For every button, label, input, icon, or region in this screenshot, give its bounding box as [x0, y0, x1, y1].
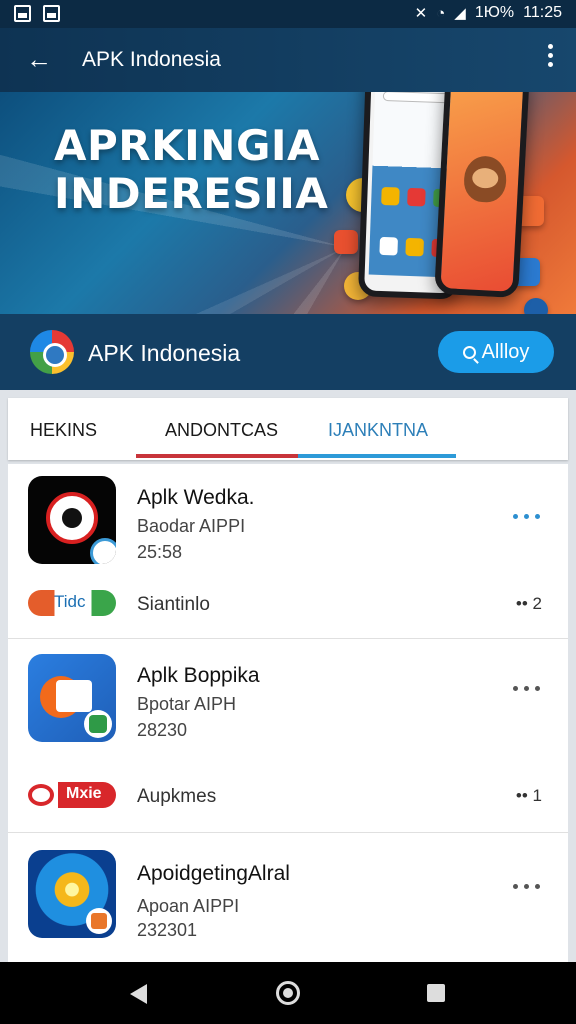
store-name: APK Indonesia: [88, 340, 241, 366]
app-size: 25:58: [137, 542, 183, 562]
overflow-menu-icon[interactable]: [548, 44, 554, 67]
app-title: Aplk Wedka.: [137, 486, 255, 509]
more-options-icon[interactable]: [513, 884, 540, 889]
app-icon: [28, 476, 116, 564]
status-bar: ✕ ◔ ◢ 1Ю% 11:25: [0, 0, 576, 28]
gallery-icon: [14, 5, 31, 22]
tab-3[interactable]: IJANKNTNA: [328, 420, 428, 441]
more-options-icon[interactable]: [513, 514, 540, 519]
back-arrow-icon[interactable]: ←: [26, 44, 52, 75]
app-badge-icon: Tidc: [28, 590, 116, 616]
divider: [8, 638, 568, 639]
sub-label: Aupkmes: [137, 786, 217, 807]
sub-label: Siantinlo: [137, 594, 210, 615]
tab-indicator-red: [136, 454, 298, 458]
sub-row[interactable]: Tidc Siantinlo •• 2: [8, 582, 568, 622]
app-icon: [407, 187, 426, 207]
search-bar-graphic: [382, 92, 454, 104]
tab-2[interactable]: ANDONTCAS: [165, 420, 278, 441]
app-size: 28230: [137, 720, 188, 740]
list-item[interactable]: Aplk Boppika Bpotar AIPH 28230 Mxie Aupk…: [8, 640, 568, 834]
tab-bar: HEKINS ANDONTCAS IJANKNTNA: [8, 398, 568, 460]
hero-banner[interactable]: APRKINGIA INDERESIIA: [0, 92, 576, 314]
app-icon: [28, 654, 116, 742]
app-title: ApoidgetingAlral: [137, 862, 290, 885]
tab-1[interactable]: HEKINS: [30, 420, 97, 441]
search-button[interactable]: Allloy: [438, 331, 554, 373]
mascot-bear: [463, 155, 508, 204]
app-icon: [405, 237, 424, 257]
sub-count: •• 2: [515, 594, 542, 613]
search-button-label: Allloy: [481, 340, 530, 363]
app-title: Aplk Boppika: [137, 664, 260, 687]
content-area: HEKINS ANDONTCAS IJANKNTNA Aplk Wedka. B…: [0, 390, 576, 964]
app-tile-icon: [334, 230, 358, 254]
app-publisher: Apoan AIPPI: [137, 896, 240, 916]
app-icon: [379, 236, 398, 256]
app-publisher: Bpotar AIPH: [137, 694, 237, 714]
mute-icon: ✕: [414, 5, 428, 22]
app-size: 232301: [137, 920, 198, 940]
store-header: APK Indonesia Allloy: [0, 314, 576, 390]
banner-line-2: INDERESIIA: [54, 169, 329, 218]
clock: 11:25: [523, 4, 562, 21]
banner-line-1: APRKINGIA: [54, 121, 321, 170]
system-nav-bar: [0, 962, 576, 1024]
image-icon: [43, 5, 60, 22]
wifi-icon: ◔: [436, 4, 446, 22]
store-logo-icon: [30, 330, 74, 374]
list-item[interactable]: Aplk Wedka. Baodar AIPPI 25:58 Tidc Sian…: [8, 464, 568, 640]
sub-row[interactable]: Mxie Aupkmes •• 1: [8, 776, 568, 816]
tab-indicator-blue: [298, 454, 456, 458]
app-badge-icon: Mxie: [28, 782, 116, 808]
app-icon: [381, 186, 400, 206]
signal-icon: ◢: [454, 5, 466, 22]
app-list: Aplk Wedka. Baodar AIPPI 25:58 Tidc Sian…: [8, 464, 568, 964]
home-nav-icon[interactable]: [276, 981, 300, 1005]
list-item[interactable]: ApoidgetingAlral Apoan AIPPI 232301: [8, 834, 568, 964]
search-icon: [462, 345, 476, 359]
sub-count: •• 1: [515, 786, 542, 805]
app-bar: ← APK Indonesia: [0, 28, 576, 92]
more-options-icon[interactable]: [513, 686, 540, 691]
back-nav-icon[interactable]: [130, 984, 147, 1004]
app-publisher: Baodar AIPPI: [137, 516, 246, 536]
banner-headline: APRKINGIA INDERESIIA: [54, 122, 328, 218]
divider: [8, 832, 568, 833]
recents-nav-icon[interactable]: [427, 984, 445, 1002]
phone-mockup: [434, 92, 530, 299]
network-indicator: 1Ю%: [474, 4, 515, 21]
app-icon: [28, 850, 116, 938]
page-title: APK Indonesia: [82, 48, 221, 71]
